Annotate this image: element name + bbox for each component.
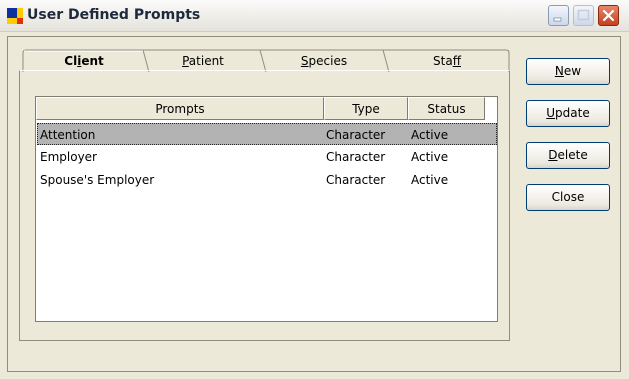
cell-prompt: Attention [40,128,96,142]
tab-patient-label: Patient [182,54,224,68]
column-header-status[interactable]: Status [408,97,485,120]
grid-header: Prompts Type Status [36,97,497,120]
tab-patient[interactable]: Patient [146,51,260,72]
dialog-window: User Defined Prompts Client Patient Spec… [0,0,629,379]
cell-type: Character [326,128,386,142]
close-button[interactable]: Close [526,184,610,211]
column-header-type[interactable]: Type [324,97,408,120]
update-button[interactable]: Update [526,100,610,127]
tab-staff-label: Staff [433,54,461,68]
table-row[interactable]: Employer Character Active [37,146,497,168]
column-header-prompts[interactable]: Prompts [36,97,324,120]
prompts-grid[interactable]: Prompts Type Status Attention Character … [35,96,498,322]
delete-button[interactable]: Delete [526,142,610,169]
table-row[interactable]: Spouse's Employer Character Active [37,169,497,191]
cell-prompt: Spouse's Employer [40,173,155,187]
tab-species[interactable]: Species [264,51,384,72]
delete-button-label: Delete [548,148,588,162]
new-button[interactable]: New [526,58,610,85]
cell-status: Active [411,150,449,164]
cell-prompt: Employer [40,150,97,164]
cell-status: Active [411,128,449,142]
tab-staff[interactable]: Staff [387,51,507,72]
tab-client-label: Client [64,54,104,68]
update-button-label: Update [546,106,590,120]
tab-species-label: Species [300,54,348,68]
tab-client[interactable]: Client [24,51,144,72]
table-row[interactable]: Attention Character Active [37,123,497,145]
cell-type: Character [326,150,386,164]
new-button-label: New [554,64,582,78]
cell-type: Character [326,173,386,187]
cell-status: Active [411,173,449,187]
